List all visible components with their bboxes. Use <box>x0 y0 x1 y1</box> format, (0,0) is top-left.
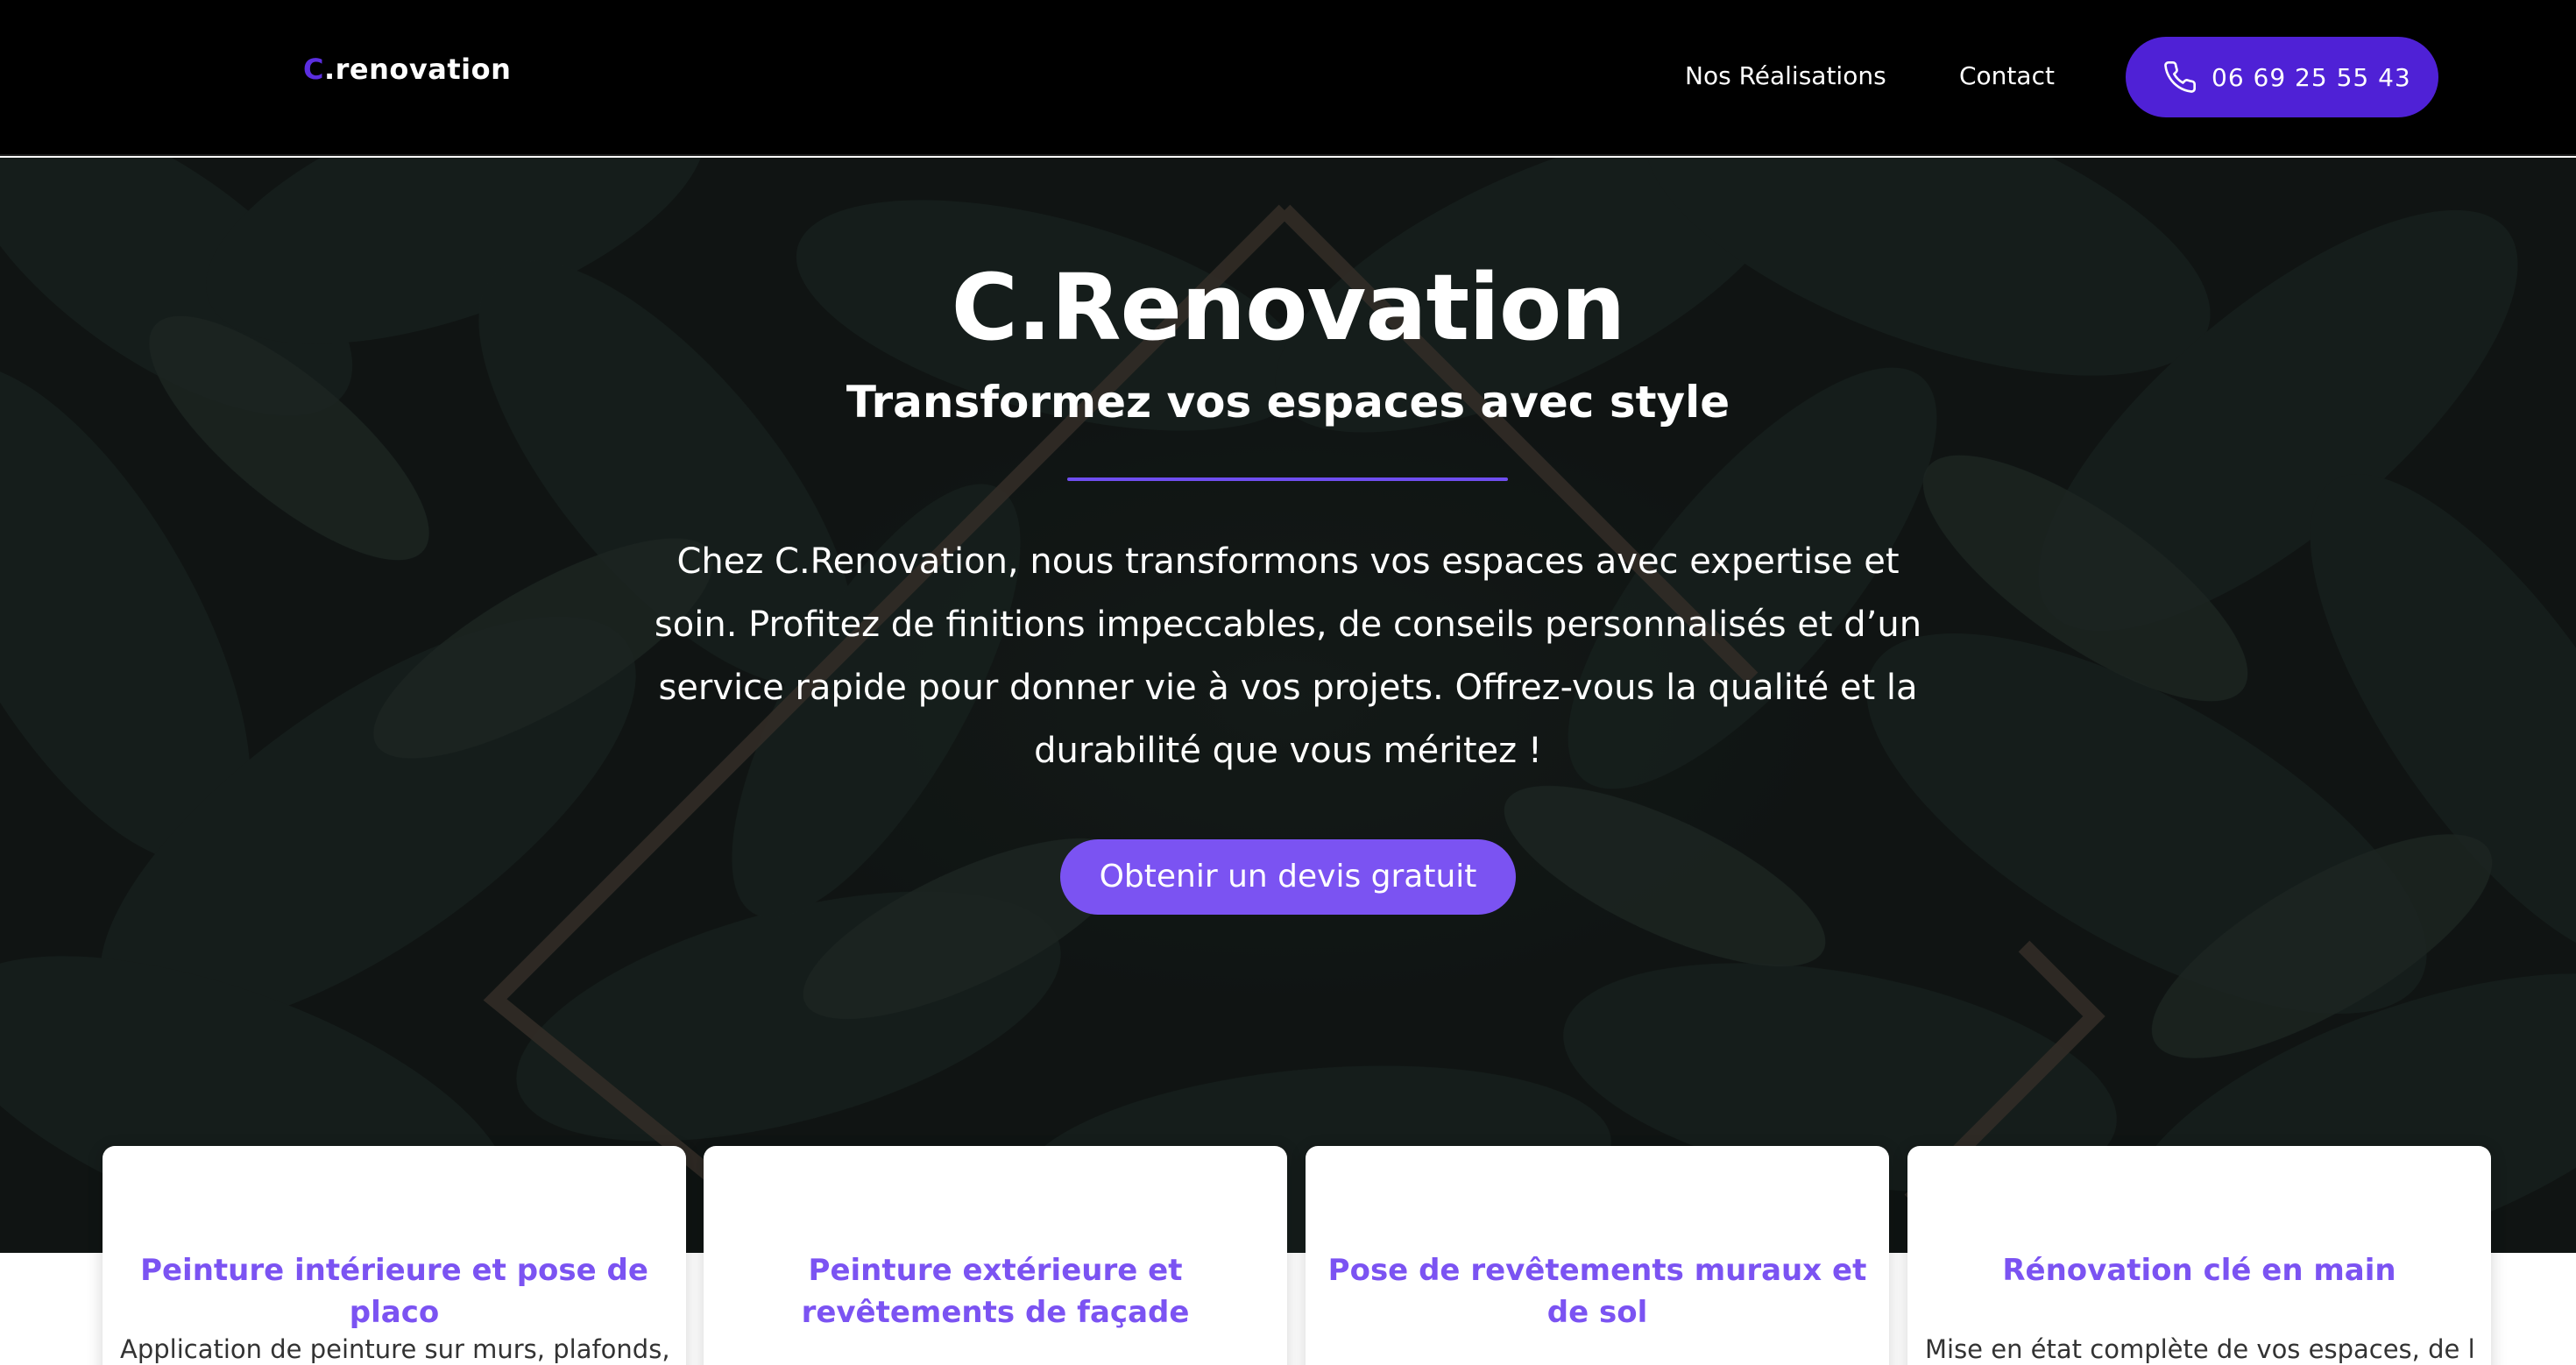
service-card[interactable]: Peinture extérieure et revêtements de fa… <box>704 1146 1287 1365</box>
hero-subtitle: Transformez vos espaces avec style <box>846 377 1730 428</box>
quote-cta-button[interactable]: Obtenir un devis gratuit <box>1060 839 1516 915</box>
nav-link-contact[interactable]: Contact <box>1959 61 2055 90</box>
service-card[interactable]: Pose de revêtements muraux et de sol <box>1306 1146 1889 1365</box>
hero-description: Chez C.Renovation, nous transformons vos… <box>654 541 1922 771</box>
hero-title: C.Renovation <box>951 254 1626 361</box>
service-card-title: Pose de revêtements muraux et de sol <box>1327 1253 1867 1330</box>
logo-suffix: .renovation <box>323 53 512 86</box>
service-card-text: Mise en état complète de vos espaces, de… <box>1925 1334 2473 1364</box>
logo-prefix: C <box>303 53 324 86</box>
site-logo[interactable]: C.renovation <box>303 53 511 86</box>
navbar: C.renovation Nos Réalisations Contact 06… <box>0 0 2576 156</box>
phone-icon <box>2164 60 2197 93</box>
service-card-text: Application de peinture sur murs, plafon… <box>120 1334 669 1364</box>
service-card-title: Rénovation clé en main <box>2002 1253 2396 1288</box>
phone-number: 06 69 25 55 43 <box>2212 63 2411 92</box>
service-card-title: Peinture extérieure et revêtements de fa… <box>801 1253 1190 1330</box>
phone-button[interactable]: 06 69 25 55 43 <box>2126 37 2438 117</box>
nav-link-realisations[interactable]: Nos Réalisations <box>1685 61 1886 90</box>
hero-divider <box>1067 477 1508 481</box>
service-card[interactable]: Rénovation clé en main Mise en état comp… <box>1907 1146 2491 1365</box>
service-card-title: Peinture intérieure et pose de placo <box>140 1253 648 1330</box>
service-card[interactable]: Peinture intérieure et pose de placo App… <box>103 1146 686 1365</box>
